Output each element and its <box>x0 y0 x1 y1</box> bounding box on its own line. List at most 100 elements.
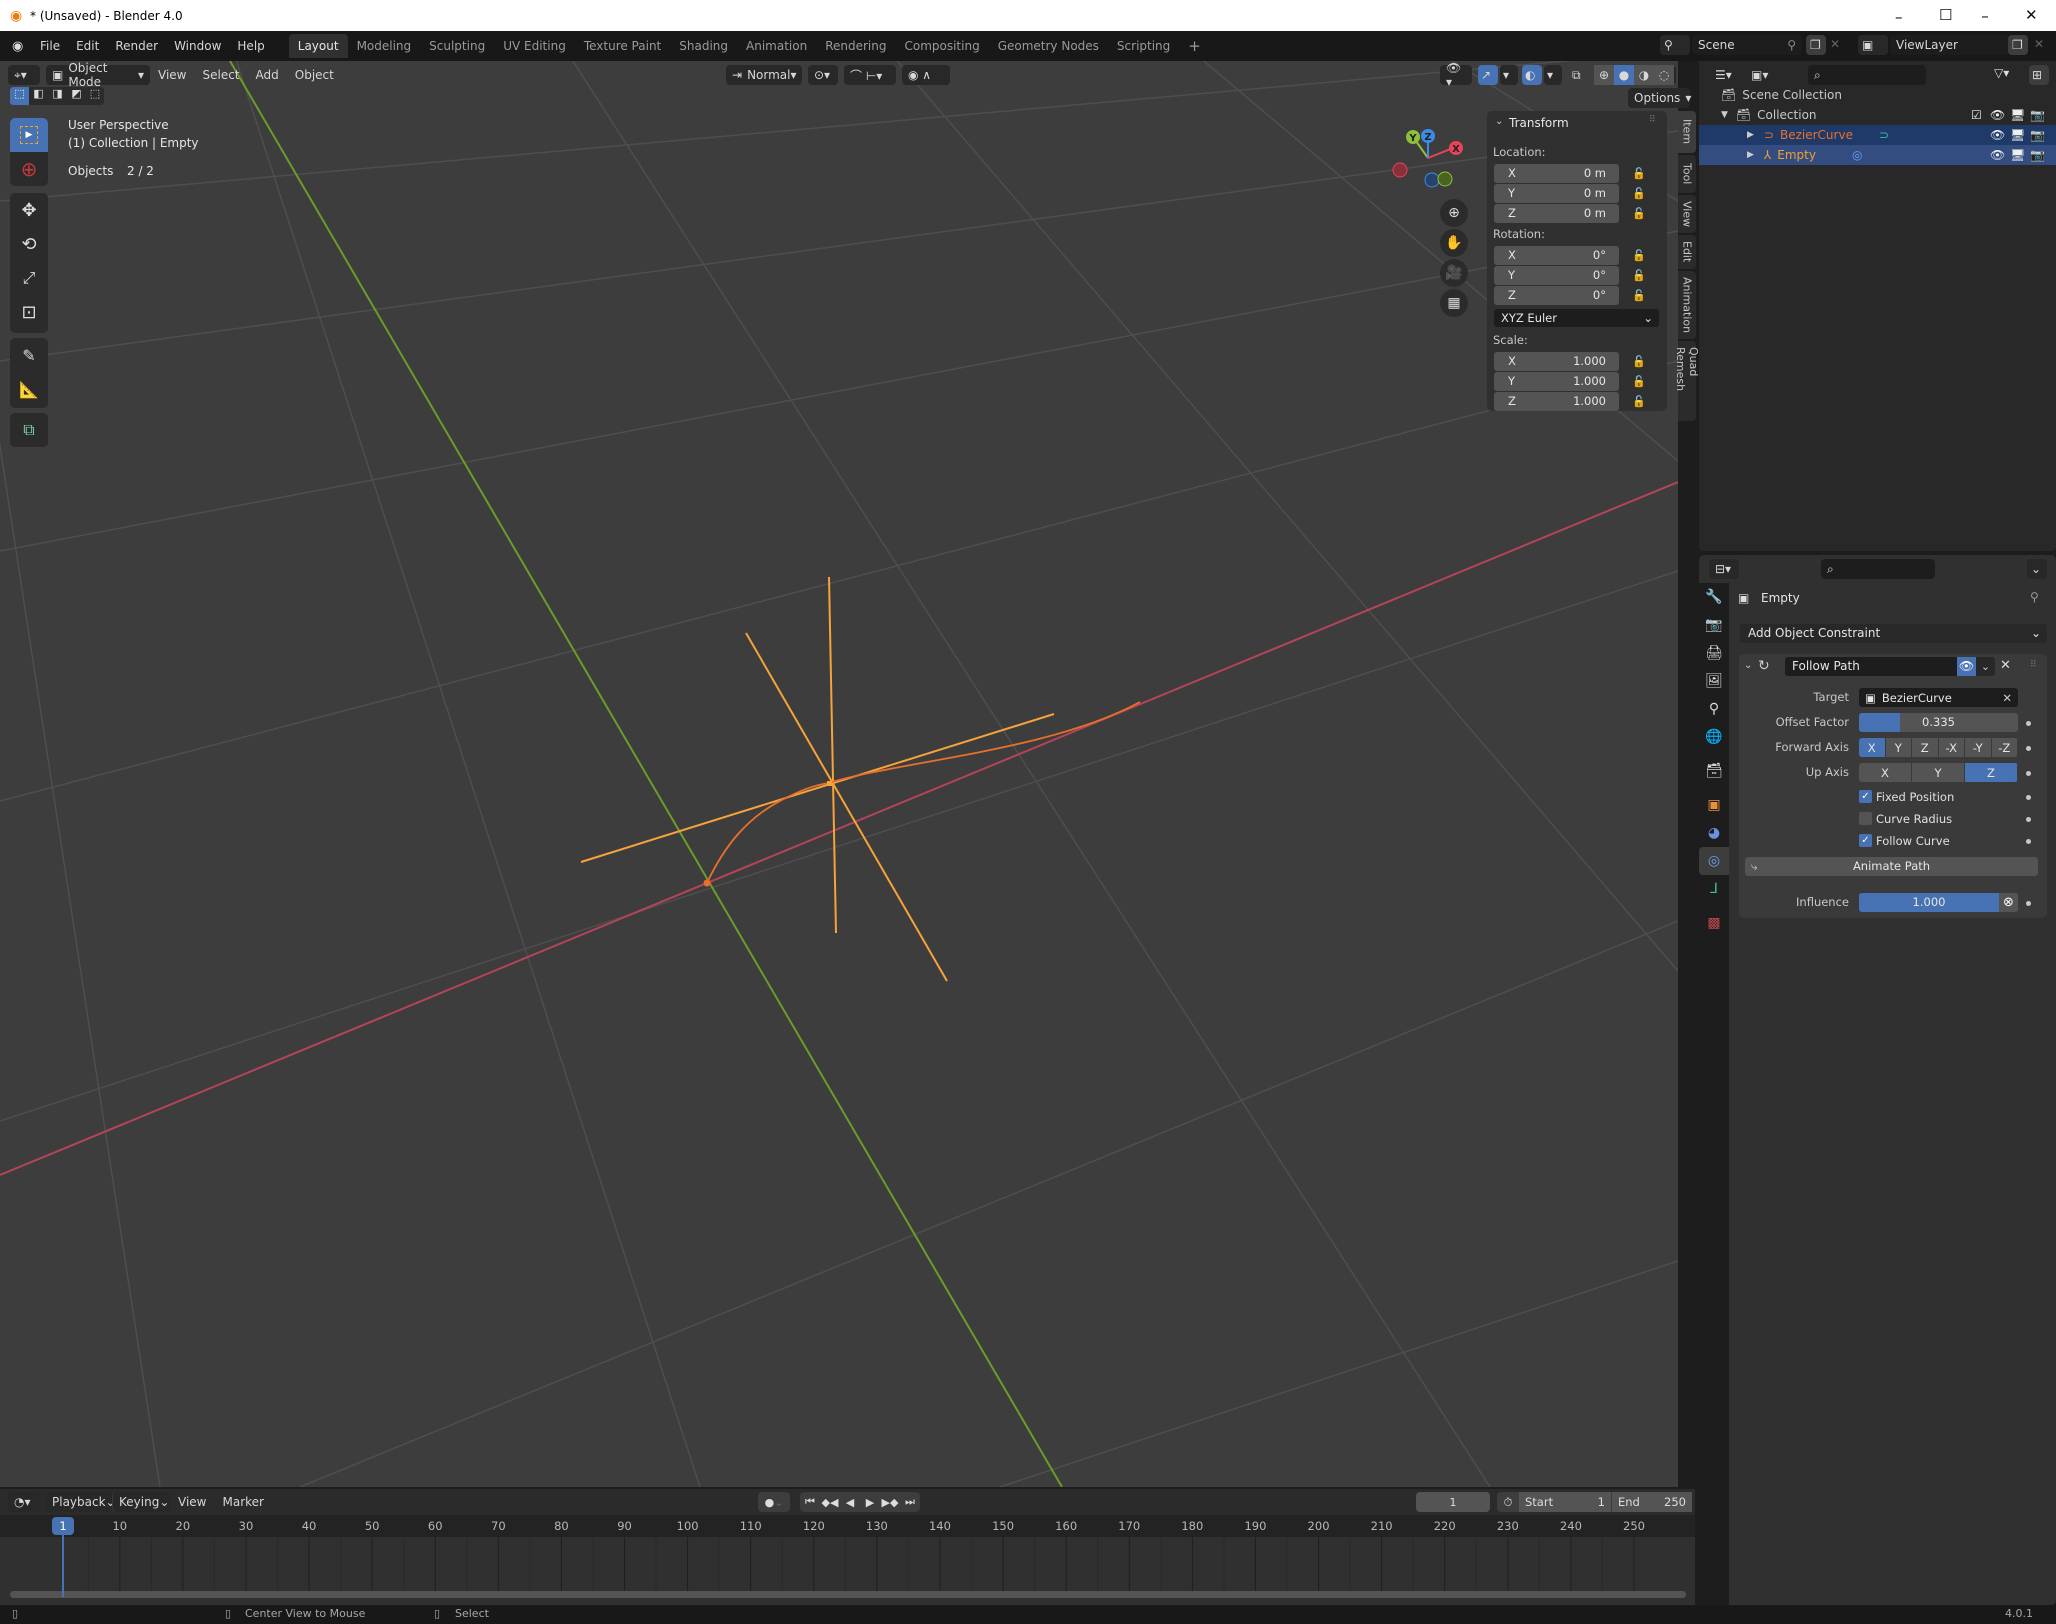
visibility-selector[interactable]: 👁▾ <box>1440 61 1472 89</box>
output-tab-icon[interactable]: 🖨 <box>1699 639 1729 667</box>
tab-scripting[interactable]: Scripting <box>1108 34 1179 58</box>
jump-to-start-icon[interactable]: ⏮ <box>800 1492 820 1512</box>
rotation-x-field[interactable]: X 0° <box>1494 246 1619 265</box>
sidebar-tab-view[interactable]: View <box>1678 195 1696 233</box>
sidebar-tab-quad-remesh[interactable]: Quad Remesh <box>1674 341 1700 421</box>
remove-view-layer-icon[interactable]: ✕ <box>2034 37 2044 51</box>
pin-icon[interactable]: ⚲ <box>2030 590 2039 604</box>
fixed-position-checkbox[interactable]: ✓ <box>1859 790 1872 803</box>
properties-options-dropdown[interactable]: ⌄ <box>2027 559 2047 579</box>
viewport-menu-object[interactable]: Object <box>287 64 342 86</box>
scene-tab-icon[interactable]: ⚲ <box>1699 695 1729 723</box>
rotation-z-field[interactable]: Z 0° <box>1494 286 1619 305</box>
lock-icon[interactable]: 🔓 <box>1632 289 1646 302</box>
keyframe-dot[interactable] <box>2026 721 2031 726</box>
editor-type-button[interactable]: ⌖▾ <box>8 65 40 85</box>
maximize-button[interactable]: ☐ <box>1939 6 1952 24</box>
jump-to-next-keyframe-icon[interactable]: ▶◆ <box>880 1492 900 1512</box>
jump-to-prev-keyframe-icon[interactable]: ◆◀ <box>820 1492 840 1512</box>
keyframe-dot[interactable] <box>2026 817 2031 822</box>
forward-axis-x[interactable]: X <box>1859 738 1886 757</box>
playhead-line[interactable] <box>62 1535 64 1597</box>
constraint-icon[interactable]: ◎ <box>1852 148 1862 162</box>
lock-icon[interactable]: 🔓 <box>1632 395 1646 408</box>
timeline-editor-type-button[interactable]: ◔▾ <box>8 1492 40 1512</box>
play-icon[interactable]: ▶ <box>860 1492 880 1512</box>
lock-icon[interactable]: 🔓 <box>1632 269 1646 282</box>
collapse-chevron-icon[interactable]: ⌄ <box>1744 660 1752 671</box>
add-constraint-dropdown[interactable]: Add Object Constraint ⌄ <box>1740 624 2047 643</box>
new-scene-icon[interactable]: ❐ <box>1806 35 1826 55</box>
filter-icon[interactable]: ▽▾ <box>1994 66 2009 80</box>
location-z-field[interactable]: Z0 m <box>1494 204 1619 223</box>
lock-icon[interactable]: 🔓 <box>1632 375 1646 388</box>
world-tab-icon[interactable]: 🌐 <box>1699 723 1729 751</box>
end-frame-field[interactable]: End 250 <box>1612 1492 1692 1512</box>
expand-arrow-icon[interactable]: ▼ <box>1721 110 1728 120</box>
up-axis-x[interactable]: X <box>1859 763 1912 782</box>
drag-handle-icon[interactable]: ⠿ <box>2030 660 2037 670</box>
tab-layout[interactable]: Layout <box>288 34 348 58</box>
menu-window[interactable]: Window <box>166 35 229 57</box>
select-new-icon[interactable]: ⬚ <box>10 87 29 105</box>
scale-x-field[interactable]: X 1.000 <box>1494 352 1619 371</box>
keyframe-dot[interactable] <box>2026 771 2031 776</box>
outliner-item-beziercurve[interactable]: ▶ ⊃ BezierCurve ⊃ 👁 🖥 📷 <box>1699 125 2056 145</box>
options-button[interactable]: Options ▾ <box>1628 88 1691 108</box>
scene-type-icon[interactable]: ⚲ <box>1660 35 1690 55</box>
overlays-toggle[interactable]: ◐ <box>1522 65 1542 85</box>
constraint-enable-toggle[interactable]: 👁 <box>1957 657 1976 676</box>
view-layer-icon[interactable]: ▣ <box>1858 35 1888 55</box>
view-layer-selector[interactable]: ViewLayer <box>1890 35 2010 55</box>
transform-orientation-selector[interactable]: ⇥ Normal ▾ <box>726 65 802 85</box>
render-camera-icon[interactable]: 📷 <box>2030 128 2045 142</box>
overlays-dropdown[interactable]: ▾ <box>1544 65 1562 85</box>
timeline-scrollbar[interactable] <box>10 1591 1686 1598</box>
viewport-display-icon[interactable]: 🖥 <box>2010 128 2025 142</box>
cursor-tool[interactable]: ⊕ <box>10 152 48 186</box>
sidebar-tab-tool[interactable]: Tool <box>1678 155 1696 193</box>
blender-menu-icon[interactable]: ◉ <box>12 39 26 54</box>
select-invert-icon[interactable]: ◩ <box>67 87 86 105</box>
tab-texture-paint[interactable]: Texture Paint <box>575 34 670 58</box>
proportional-editing-toggle[interactable]: ◉ ∧ <box>902 65 950 85</box>
render-camera-icon[interactable]: 📷 <box>2030 148 2045 162</box>
scene-selector[interactable]: Scene ⚲ <box>1692 35 1802 55</box>
tab-shading[interactable]: Shading <box>670 34 737 58</box>
pivot-point-selector[interactable]: ⊙▾ <box>808 65 838 85</box>
tool-tab-icon[interactable]: 🔧 <box>1699 583 1729 611</box>
current-frame-field[interactable]: 1 <box>1416 1492 1490 1512</box>
tab-uv-editing[interactable]: UV Editing <box>494 34 575 58</box>
properties-editor-type-button[interactable]: ⊟▾ <box>1709 559 1739 579</box>
timeline-menu-view[interactable]: View <box>170 1491 214 1513</box>
display-mode-button[interactable]: ▣▾ <box>1745 65 1775 85</box>
drag-handle-icon[interactable]: ⠿ <box>1649 115 1656 125</box>
lock-icon[interactable]: 🔓 <box>1632 249 1646 262</box>
viewport-menu-select[interactable]: Select <box>194 64 247 86</box>
keyframe-dot[interactable] <box>2026 746 2031 751</box>
lock-icon[interactable]: 🔓 <box>1632 167 1646 180</box>
animate-path-button[interactable]: ⤷ Animate Path <box>1745 857 2038 876</box>
pan-view-button[interactable]: ✋ <box>1440 229 1468 257</box>
viewport-menu-add[interactable]: Add <box>248 64 287 86</box>
rendered-shading-icon[interactable]: ◌ <box>1654 65 1674 85</box>
exclude-checkbox[interactable]: ☑ <box>1971 108 1982 122</box>
remove-scene-icon[interactable]: ✕ <box>1830 37 1840 51</box>
select-subtract-icon[interactable]: ◨ <box>48 87 67 105</box>
tab-geometry-nodes[interactable]: Geometry Nodes <box>989 34 1108 58</box>
outliner-collection[interactable]: ▼ 🗃 Collection ☑ 👁 🖥 📷 <box>1699 105 2056 125</box>
constraint-menu-dropdown[interactable]: ⌄ <box>1976 657 1995 676</box>
object-data-tab-icon[interactable]: ⅃ <box>1699 875 1729 903</box>
select-intersect-icon[interactable]: ⬚ <box>86 87 104 105</box>
lock-icon[interactable]: 🔓 <box>1632 187 1646 200</box>
navigation-gizmo[interactable]: Y Z X <box>1385 122 1485 192</box>
properties-search-input[interactable]: ⌕ <box>1821 559 1935 579</box>
snapping-toggle[interactable]: ⌒ ⊢▾ <box>844 65 896 85</box>
playback-menu[interactable]: Playback ⌄ <box>46 1492 116 1512</box>
keyframe-dot[interactable] <box>2026 795 2031 800</box>
playhead-frame-indicator[interactable]: 1 <box>52 1517 74 1535</box>
transform-tool[interactable]: ⊡ <box>10 295 48 329</box>
disable-keep-transform-button[interactable]: ⊗ <box>1999 893 2018 912</box>
eye-icon[interactable]: 👁 <box>1990 148 2005 162</box>
viewport-display-icon[interactable]: 🖥 <box>2010 108 2025 122</box>
